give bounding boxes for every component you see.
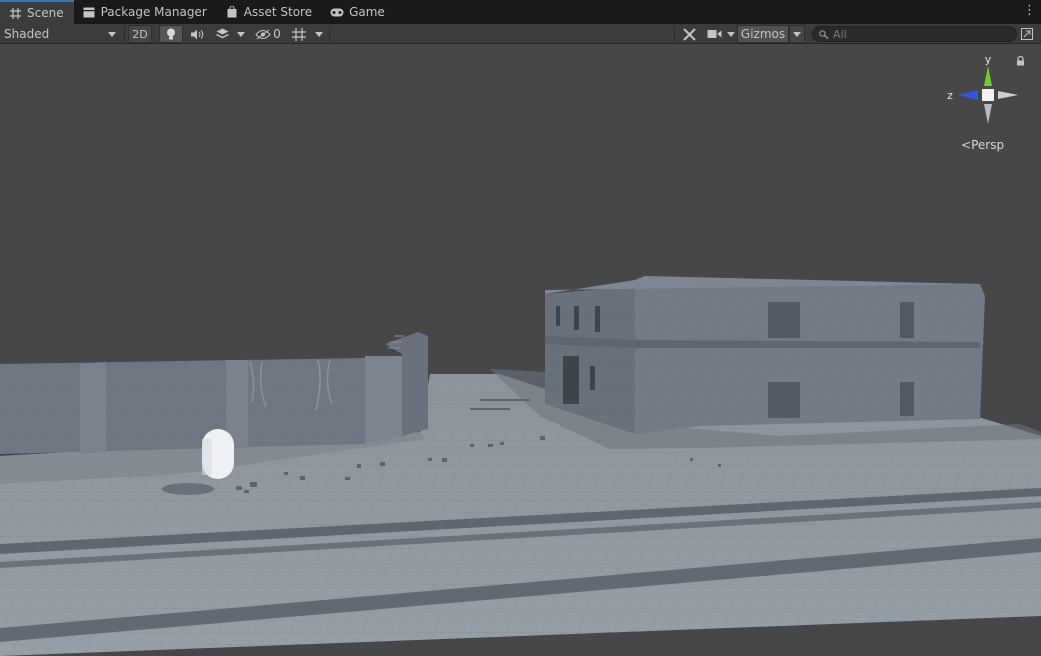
scene-toolbar: Shaded 2D 0 Gizmos [0, 24, 1041, 44]
tab-package-manager[interactable]: Package Manager [74, 0, 217, 24]
grid-icon [8, 6, 22, 20]
gizmos-dropdown[interactable] [789, 25, 805, 43]
gizmos-button[interactable]: Gizmos [737, 25, 789, 43]
tab-asset-store-label: Asset Store [243, 5, 313, 19]
effects-toggle[interactable] [210, 25, 234, 43]
eye-hidden-icon [255, 29, 271, 39]
tools-button[interactable] [678, 25, 700, 43]
tab-package-manager-label: Package Manager [100, 5, 207, 19]
lightbulb-icon [167, 28, 175, 40]
orientation-gizmo[interactable]: y z [944, 54, 1024, 134]
z-axis-label: z [947, 89, 953, 102]
chevron-down-icon [315, 31, 323, 37]
package-icon [82, 5, 96, 19]
grid-dropdown[interactable] [312, 25, 326, 43]
toolbar-divider [674, 26, 675, 42]
grid-toggle[interactable] [287, 25, 311, 43]
chevron-down-icon [108, 31, 116, 37]
scene-search-field[interactable] [812, 26, 1017, 42]
tab-game-label: Game [349, 5, 385, 19]
tab-game[interactable]: Game [322, 0, 395, 24]
persp-icon: < [961, 138, 972, 152]
projection-label: Persp [971, 138, 1005, 152]
audio-toggle[interactable] [185, 25, 209, 43]
lock-icon[interactable] [1016, 56, 1025, 66]
layers-icon [215, 28, 229, 39]
gizmos-label: Gizmos [740, 27, 786, 41]
search-icon [819, 29, 829, 39]
editor-tab-bar: Scene Package Manager Asset Store Game ⋮ [0, 0, 1041, 24]
projection-toggle[interactable]: <Persp [961, 138, 1004, 152]
y-axis-cone[interactable] [984, 66, 992, 86]
neg-y-axis-cone[interactable] [984, 104, 992, 124]
y-axis-label: y [985, 54, 992, 66]
tab-asset-store[interactable]: Asset Store [217, 0, 322, 24]
camera-dropdown[interactable] [725, 25, 737, 43]
tab-scene-label: Scene [27, 6, 64, 20]
tools-icon [682, 27, 696, 41]
z-axis-cone[interactable] [958, 90, 978, 100]
tab-scene[interactable]: Scene [0, 0, 74, 24]
scene-render[interactable] [0, 44, 1041, 656]
search-input[interactable] [833, 27, 1003, 41]
camera-icon [707, 30, 721, 38]
maximize-button[interactable] [1019, 25, 1035, 43]
mode-2d-label: 2D [132, 27, 148, 41]
speaker-icon [190, 29, 203, 39]
hidden-count: 0 [273, 27, 281, 41]
lighting-toggle[interactable] [159, 25, 183, 43]
scene-visibility-toggle[interactable]: 0 [252, 25, 284, 43]
draw-mode-dropdown[interactable]: Shaded [0, 25, 122, 43]
draw-mode-value: Shaded [4, 27, 50, 41]
toolbar-divider [124, 26, 125, 42]
grid-snap-icon [292, 27, 306, 41]
chevron-down-icon [237, 31, 245, 37]
gamepad-icon [330, 5, 344, 19]
chevron-down-icon [793, 31, 801, 37]
scene-viewport[interactable]: y z <Persp [0, 44, 1041, 656]
gizmo-center-cube[interactable] [982, 89, 994, 101]
store-bag-icon [225, 5, 239, 19]
toolbar-divider [329, 26, 330, 42]
effects-dropdown[interactable] [234, 25, 248, 43]
mode-2d-button[interactable]: 2D [128, 25, 152, 43]
more-options-icon[interactable]: ⋮ [1023, 4, 1036, 18]
ruined-building-right[interactable] [545, 276, 985, 434]
x-axis-cone[interactable] [998, 91, 1018, 99]
window-pop-icon [1021, 28, 1033, 40]
chevron-down-icon [727, 31, 735, 37]
camera-settings-button[interactable] [703, 25, 725, 43]
